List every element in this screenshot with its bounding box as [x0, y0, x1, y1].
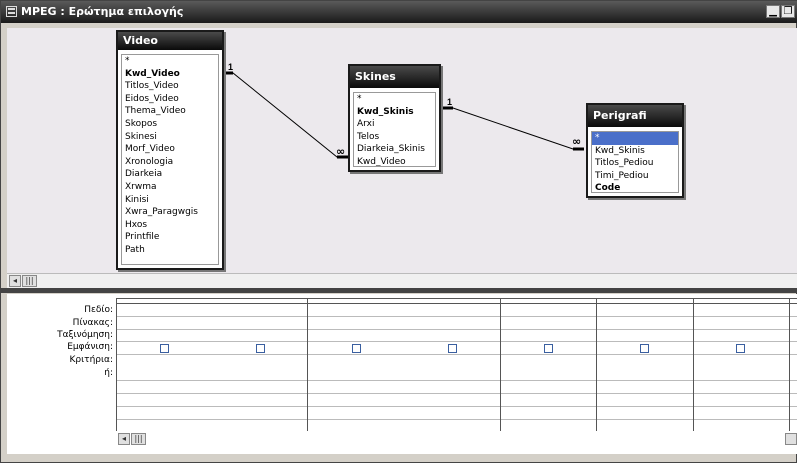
grid-col-line — [789, 298, 790, 431]
grid-row-line — [116, 329, 797, 330]
table-title-perigrafi[interactable]: Perigrafi — [588, 105, 682, 127]
field-item[interactable]: Diarkeia_Skinis — [354, 143, 435, 156]
title-bar[interactable]: MPEG : Ερώτημα επιλογής ▁ ❐ — [1, 1, 797, 23]
show-checkbox[interactable] — [448, 344, 457, 353]
field-item[interactable]: Arxi — [354, 118, 435, 131]
row-label-sort: Ταξινόμηση: — [57, 330, 113, 340]
field-item[interactable]: Path — [122, 244, 218, 257]
show-checkbox[interactable] — [256, 344, 265, 353]
field-item-selected[interactable]: * — [592, 132, 678, 145]
field-item[interactable]: Skinesi — [122, 131, 218, 144]
field-item[interactable]: Skopos — [122, 118, 218, 131]
show-checkbox[interactable] — [352, 344, 361, 353]
field-item[interactable]: Xrwma — [122, 181, 218, 194]
pane-splitter[interactable] — [1, 288, 797, 293]
field-item[interactable]: Eidos_Video — [122, 93, 218, 106]
field-item[interactable]: Kwd_Skinis — [592, 145, 678, 158]
window-title: MPEG : Ερώτημα επιλογής — [21, 5, 184, 18]
one-label-2: 1 — [447, 97, 452, 107]
table-title-skines[interactable]: Skines — [350, 66, 439, 88]
row-label-or: ή: — [104, 368, 113, 378]
grid-row-line — [116, 393, 797, 394]
table-perigrafi[interactable]: Perigrafi * Kwd_Skinis Titlos_Pediou Tim… — [586, 103, 684, 198]
field-item[interactable]: Kwd_Video — [354, 156, 435, 166]
field-item[interactable]: Xwra_Paragwgis — [122, 206, 218, 219]
field-item[interactable]: Timi_Pediou — [592, 170, 678, 183]
show-checkbox[interactable] — [160, 344, 169, 353]
show-checkbox[interactable] — [640, 344, 649, 353]
grid-header-border — [116, 303, 797, 304]
grid-scroll-right-arrow-icon[interactable] — [785, 433, 797, 445]
one-label-1: 1 — [228, 62, 233, 72]
row-label-criteria: Κριτήρια: — [69, 355, 113, 365]
table-video[interactable]: Video * Kwd_Video Titlos_Video Eidos_Vid… — [116, 30, 224, 270]
row-label-table: Πίνακας: — [72, 318, 113, 328]
row-label-show: Εμφάνιση: — [67, 342, 113, 352]
field-list-skines[interactable]: * Kwd_Skinis Arxi Telos Diarkeia_Skinis … — [353, 92, 436, 167]
minimize-button[interactable]: ▁ — [766, 5, 780, 18]
field-item[interactable]: * — [354, 93, 435, 106]
table-title-video[interactable]: Video — [118, 32, 222, 50]
field-item[interactable]: Printfile — [122, 231, 218, 244]
field-item[interactable]: Hxos — [122, 219, 218, 232]
grid-col-line — [693, 298, 694, 431]
scroll-left-arrow-icon[interactable]: ◂ — [9, 275, 21, 287]
show-checkbox[interactable] — [736, 344, 745, 353]
query-icon[interactable] — [6, 6, 17, 17]
design-grid-pane[interactable]: Πεδίο: Πίνακας: Ταξινόμηση: Εμφάνιση: Κρ… — [7, 294, 797, 454]
grid-col-line — [596, 298, 597, 431]
grid-col-line — [500, 298, 501, 431]
scroll-thumb[interactable]: ||| — [22, 275, 37, 287]
field-list-video[interactable]: * Kwd_Video Titlos_Video Eidos_Video The… — [121, 54, 219, 265]
grid-scroll-left-arrow-icon[interactable]: ◂ — [118, 433, 130, 445]
join-line-skines-perigrafi — [441, 107, 584, 150]
table-skines[interactable]: Skines * Kwd_Skinis Arxi Telos Diarkeia_… — [348, 64, 441, 172]
field-item[interactable]: Thema_Video — [122, 105, 218, 118]
field-item[interactable]: Kinisi — [122, 194, 218, 207]
row-label-field: Πεδίο: — [84, 305, 113, 315]
diagram-horizontal-scrollbar[interactable]: ◂ ||| — [7, 273, 797, 288]
grid-scroll-thumb[interactable]: ||| — [131, 433, 146, 445]
grid-row-line — [116, 380, 797, 381]
grid-row-line — [116, 341, 797, 342]
many-label-2: ∞ — [572, 135, 581, 148]
grid-row-line — [116, 406, 797, 407]
restore-button[interactable]: ❐ — [781, 5, 795, 18]
grid-top-border — [116, 298, 797, 299]
field-item-key[interactable]: Kwd_Video — [122, 68, 218, 81]
field-item-key[interactable]: Kwd_Skinis — [354, 106, 435, 119]
grid-row-line — [116, 419, 797, 420]
grid-col-line — [307, 298, 308, 431]
field-list-perigrafi[interactable]: * Kwd_Skinis Titlos_Pediou Timi_Pediou C… — [591, 131, 679, 193]
field-item[interactable]: Telos — [354, 131, 435, 144]
grid-row-line — [116, 354, 797, 355]
field-item[interactable]: Morf_Video — [122, 143, 218, 156]
field-item-key[interactable]: Code — [592, 182, 678, 192]
join-line-video-skines — [224, 72, 348, 158]
field-item[interactable]: Xronologia — [122, 156, 218, 169]
field-item[interactable]: Titlos_Pediou — [592, 157, 678, 170]
field-item[interactable]: Titlos_Video — [122, 80, 218, 93]
field-item[interactable]: Diarkeia — [122, 168, 218, 181]
grid-row-line — [116, 316, 797, 317]
table-diagram-pane[interactable]: 1 ∞ 1 ∞ Video * Kwd_Video Titlos_Video E… — [7, 28, 797, 273]
query-design-window: MPEG : Ερώτημα επιλογής ▁ ❐ 1 ∞ 1 ∞ Vide… — [0, 0, 797, 463]
field-item[interactable]: * — [122, 55, 218, 68]
show-checkbox[interactable] — [544, 344, 553, 353]
many-label-1: ∞ — [336, 145, 345, 158]
grid-col-line — [116, 298, 117, 431]
